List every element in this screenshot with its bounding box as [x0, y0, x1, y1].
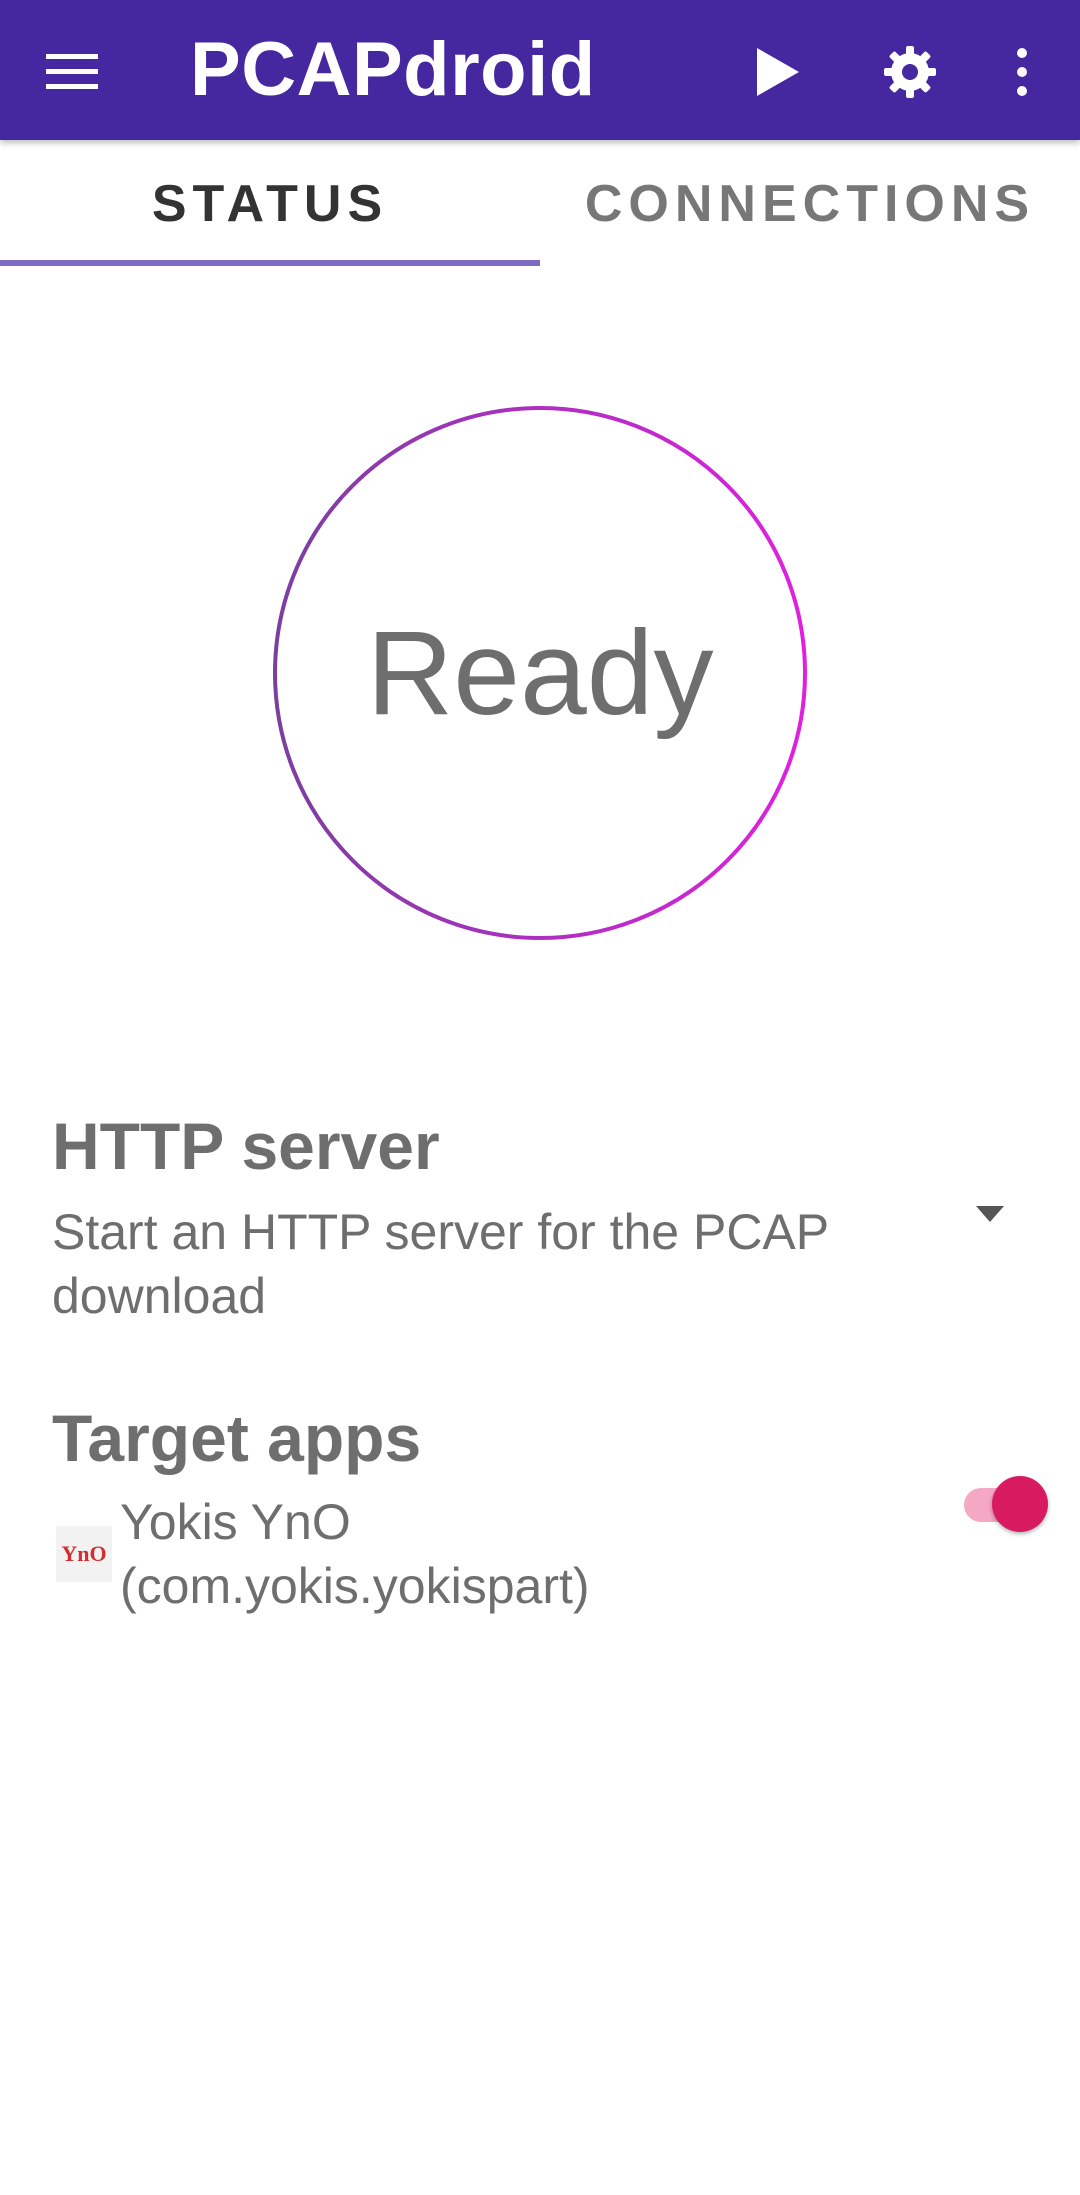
play-icon[interactable]: [738, 32, 818, 112]
http-server-title: HTTP server: [52, 1109, 440, 1183]
settings-icon[interactable]: [870, 32, 950, 112]
app-logo-icon: YnO: [56, 1526, 112, 1582]
app-title: PCAPdroid: [190, 27, 596, 112]
tab-connections[interactable]: CONNECTIONS: [540, 140, 1080, 268]
more-vert-icon[interactable]: [982, 32, 1062, 112]
target-apps-title: Target apps: [52, 1401, 422, 1475]
app-toolbar: PCAPdroid: [0, 0, 1080, 140]
menu-icon[interactable]: [36, 36, 108, 108]
arrow-drop-down-icon[interactable]: [970, 1200, 1010, 1230]
status-button[interactable]: Ready: [272, 405, 808, 941]
target-app-package[interactable]: (com.yokis.yokispart): [120, 1554, 920, 1618]
tab-bar: STATUS CONNECTIONS: [0, 140, 1080, 268]
tab-indicator: [0, 260, 540, 266]
http-server-description: Start an HTTP server for the PCAP downlo…: [52, 1204, 829, 1324]
target-apps-switch[interactable]: [960, 1474, 1060, 1534]
app-screen: PCAPdroid STATUS CONNECTIONS Ready HTTP …: [0, 0, 1080, 2195]
target-app-name[interactable]: Yokis YnO: [120, 1490, 920, 1554]
tab-status[interactable]: STATUS: [0, 140, 540, 268]
switch-thumb: [992, 1476, 1048, 1532]
status-label: Ready: [366, 606, 714, 740]
